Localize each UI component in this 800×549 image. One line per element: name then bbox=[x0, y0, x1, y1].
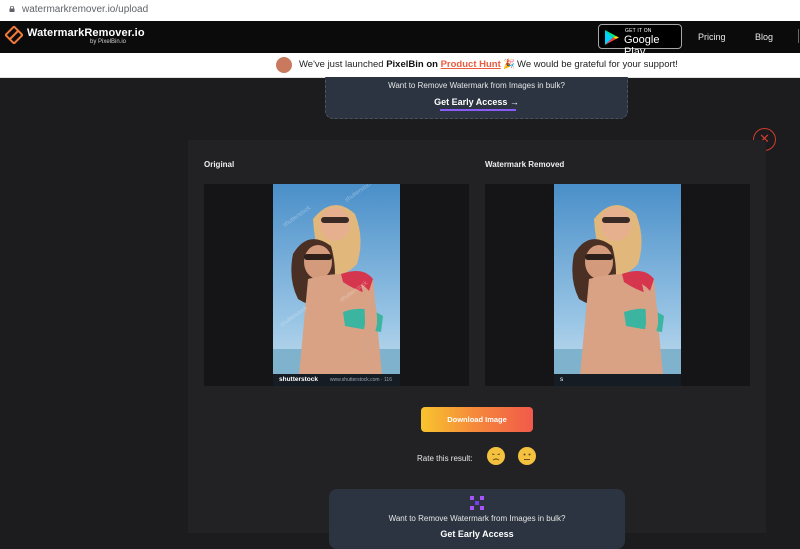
arrow-right-icon: → bbox=[509, 97, 519, 107]
product-hunt-link[interactable]: Product Hunt bbox=[441, 59, 501, 70]
rate-result-label: Rate this result: bbox=[417, 454, 473, 463]
google-play-badge[interactable]: GET IT ON Google Play bbox=[598, 24, 682, 58]
original-label: Original bbox=[204, 160, 235, 169]
pixelbin-name: PixelBin bbox=[386, 59, 424, 70]
bulk-promo-card-bottom: Want to Remove Watermark from Images in … bbox=[329, 489, 625, 549]
original-photo: shutterstock shutterstock shutterstock s… bbox=[273, 184, 400, 386]
beach-photo-clean bbox=[554, 184, 681, 386]
result-photo: s bbox=[554, 184, 681, 386]
beach-photo bbox=[273, 184, 400, 386]
announcement-text: We've just launched PixelBin on Product … bbox=[299, 59, 678, 70]
browser-address-bar[interactable]: watermarkremover.io/upload bbox=[0, 0, 800, 22]
pixelbin-icon bbox=[470, 496, 484, 510]
watermark-removed-label: Watermark Removed bbox=[485, 160, 565, 169]
nav-divider bbox=[798, 29, 799, 43]
neutral-face-icon[interactable] bbox=[518, 447, 536, 465]
cta-underline bbox=[440, 109, 516, 111]
nav-link-pricing[interactable]: Pricing bbox=[698, 32, 726, 42]
party-popper-icon: 🎉 bbox=[503, 59, 516, 70]
download-image-button[interactable]: Download Image bbox=[421, 407, 533, 432]
brand-name[interactable]: WatermarkRemover.io bbox=[27, 27, 145, 39]
sad-face-icon[interactable] bbox=[487, 447, 505, 465]
announcement-banner: We've just launched PixelBin on Product … bbox=[0, 53, 800, 78]
lock-icon bbox=[9, 6, 15, 12]
stock-footer-strip: shutterstock www.shutterstock.com · 116 bbox=[273, 374, 400, 386]
stock-brand-text: shutterstock bbox=[279, 376, 319, 383]
maker-avatar bbox=[276, 57, 292, 73]
logo-icon[interactable] bbox=[5, 26, 23, 44]
get-early-access-link[interactable]: Get Early Access bbox=[329, 529, 625, 539]
result-image-frame: s bbox=[485, 184, 750, 386]
play-store-icon bbox=[605, 30, 619, 45]
top-navbar: WatermarkRemover.io by PixelBin.io GET I… bbox=[0, 21, 800, 58]
nav-link-blog[interactable]: Blog bbox=[755, 32, 773, 42]
original-image-frame: shutterstock shutterstock shutterstock s… bbox=[204, 184, 469, 386]
get-early-access-link[interactable]: Get Early Access → bbox=[326, 97, 627, 107]
promo-text: Want to Remove Watermark from Images in … bbox=[388, 81, 565, 90]
bulk-promo-card-top: Want to Remove Watermark from Images in … bbox=[325, 77, 628, 119]
stock-footer-strip: s bbox=[554, 374, 681, 386]
stock-id-text: www.shutterstock.com · 116 bbox=[329, 377, 392, 383]
promo-text: Want to Remove Watermark from Images in … bbox=[388, 514, 566, 523]
residue-text: s bbox=[560, 376, 564, 383]
brand-subtitle: by PixelBin.io bbox=[90, 39, 127, 45]
address-text[interactable]: watermarkremover.io/upload bbox=[22, 4, 148, 15]
